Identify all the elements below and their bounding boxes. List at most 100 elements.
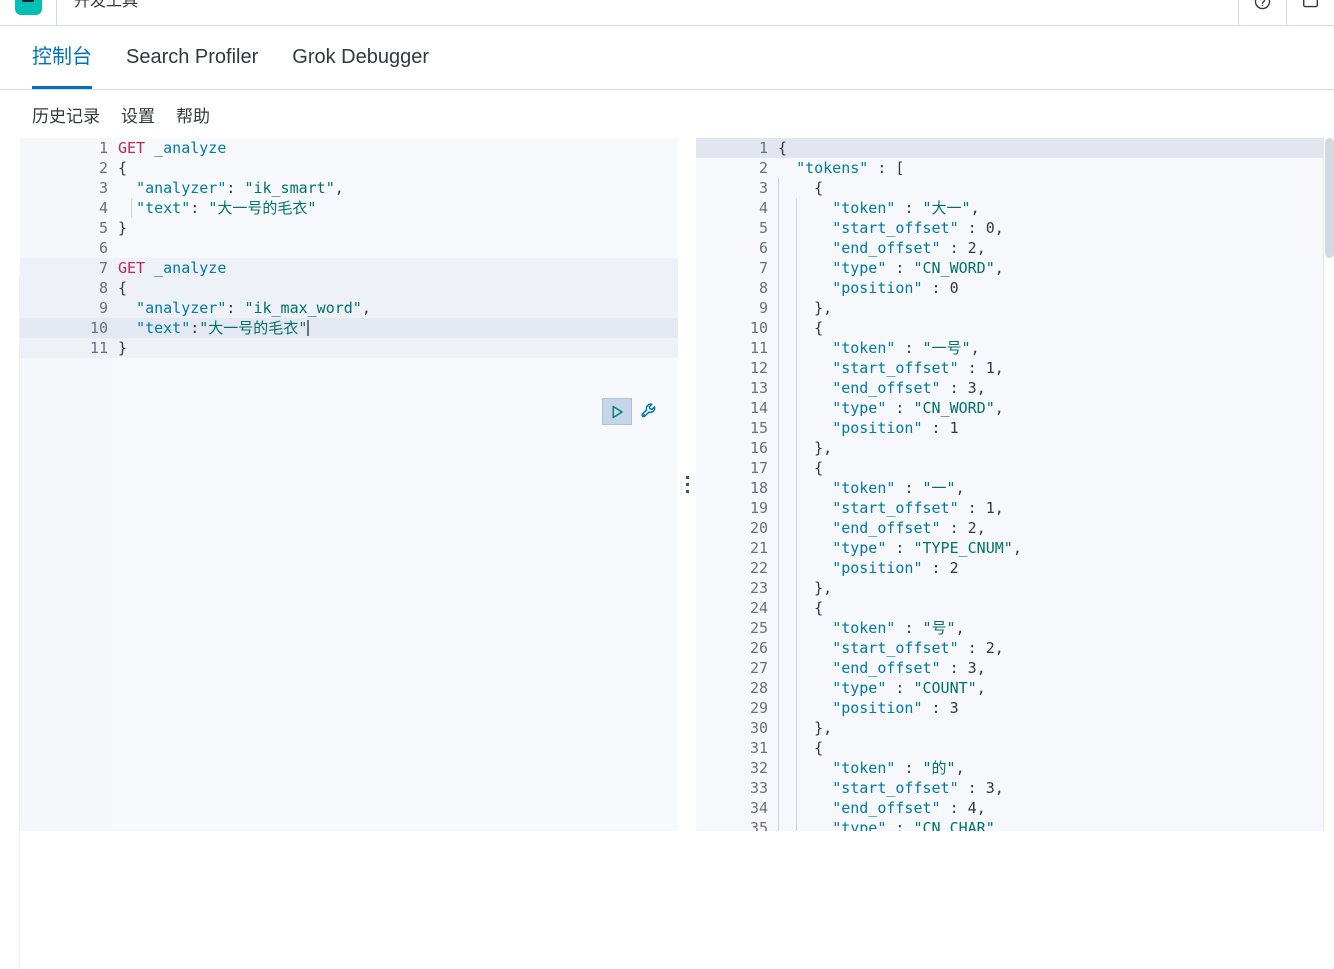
code-line: }, [814,719,833,737]
code-line[interactable]: } [112,338,678,358]
code-line: { [814,739,824,757]
code-line[interactable]: GET _analyze [112,138,678,158]
code-line: }, [814,579,833,597]
vertical-dots-drag-handle-icon [685,476,689,493]
code-line: "end_offset" : 4, [832,799,986,817]
code-line[interactable]: "analyzer": "ik_max_word", [112,298,678,318]
code-line: "token" : "号", [832,619,965,637]
request-actions [602,398,660,425]
devtools-tab-bar: 控制台 Search Profiler Grok Debugger [0,26,1334,90]
line-number: 7 [20,258,112,278]
indent-guide [796,198,797,831]
line-number: 12 [749,359,768,377]
request-editor-pane[interactable]: 12▾345▴678▾91011▴ GET _analyze{ "analyze… [20,138,678,831]
line-number: 8▾ [20,278,121,298]
code-line: "end_offset" : 3, [832,379,986,397]
tab-search-profiler[interactable]: Search Profiler [126,26,258,89]
wrench-icon[interactable] [638,401,660,423]
code-line: "end_offset" : 2, [832,519,986,537]
line-number: 6 [758,239,768,257]
top-header-bar: 开发工具 [0,0,1334,26]
code-line: "position" : 1 [832,419,959,437]
code-line: "tokens" : [ [796,159,905,177]
line-number: 34 [749,799,768,817]
line-number: 10▾ [696,318,781,338]
code-line[interactable]: GET _analyze [112,258,678,278]
line-number: 24▾ [696,598,781,618]
line-number: 16▴ [696,438,781,458]
indent-guide [131,198,132,218]
account-icon[interactable] [1286,0,1334,26]
line-number: 3▾ [696,178,781,198]
line-number: 3 [98,179,108,197]
tab-console[interactable]: 控制台 [32,26,92,89]
line-number: 1 [98,139,108,157]
code-line: }, [814,299,833,317]
brand-logo-cell[interactable] [0,0,57,26]
code-line: "type" : "COUNT", [832,679,986,697]
indent-guide [778,178,779,831]
line-number: 31▾ [696,738,781,758]
code-line: "start_offset" : 1, [832,499,1004,517]
code-line[interactable]: } [112,218,678,238]
line-number: 35 [749,819,768,831]
menu-settings[interactable]: 设置 [121,102,155,127]
code-line: "start_offset" : 2, [832,639,1004,657]
line-number: 29 [749,699,768,717]
menu-help[interactable]: 帮助 [176,102,210,127]
code-line: }, [814,439,833,457]
code-line: "token" : "大一", [832,199,980,217]
code-line[interactable]: "text":"大一号的毛衣" [112,318,678,338]
code-line: "type" : "CN_WORD", [832,399,1004,417]
line-number: 26 [749,639,768,657]
code-line[interactable]: "text": "大一号的毛衣" [112,198,678,218]
code-line: "type" : "CN_WORD", [832,259,1004,277]
code-line[interactable]: "analyzer": "ik_smart", [112,178,678,198]
code-line: { [814,459,824,477]
line-number: 5 [758,219,768,237]
code-line[interactable]: { [112,278,678,298]
code-line: "position" : 3 [832,699,959,717]
line-number: 9▴ [696,298,781,318]
help-icon[interactable] [1238,0,1286,26]
code-line: "type" : "TYPE_CNUM", [832,539,1022,557]
code-line: "end_offset" : 2, [832,239,986,257]
code-line: "token" : "一", [832,479,965,497]
editor-code-area[interactable]: GET _analyze{ "analyzer": "ik_smart", "t… [112,138,678,831]
line-number: 20 [749,519,768,537]
line-number: 19 [749,499,768,517]
line-number: 10 [20,318,112,338]
output-scrollbar-thumb[interactable] [1325,138,1334,258]
line-number: 2▾ [20,158,121,178]
line-number: 25 [749,619,768,637]
line-number: 23▴ [696,578,781,598]
code-line: "type" : "CN_CHAR" [832,819,995,831]
line-number: 21 [749,539,768,557]
text-cursor [307,320,310,336]
code-line[interactable] [112,238,678,258]
line-number: 8 [758,279,768,297]
console-submenu: 历史记录 设置 帮助 [0,90,1334,138]
line-number: 1▾ [696,138,781,158]
code-line: "start_offset" : 3, [832,779,1004,797]
code-line: { [814,599,824,617]
code-line[interactable]: { [112,158,678,178]
response-output-pane[interactable]: 1▾2▾3▾4 5 6 7 89▴10▾11 12 13 14 1516▴17▾18 19 20 21… [696,138,1334,831]
line-number: 15 [749,419,768,437]
menu-history[interactable]: 历史记录 [32,102,100,127]
output-scrollbar[interactable] [1323,138,1334,831]
code-line: "position" : 2 [832,559,959,577]
pane-resizer[interactable] [678,138,696,831]
line-number: 4 [758,199,768,217]
editor-line-numbers: 12▾3 45▴678▾91011▴ [20,138,121,831]
line-number: 33 [749,779,768,797]
play-triangle-icon[interactable] [602,398,632,425]
elastic-logo-icon [14,0,42,15]
console-workspace: 12▾345▴678▾91011▴ GET _analyze{ "analyze… [0,138,1334,969]
line-number: 28 [749,679,768,697]
line-number: 7 [758,259,768,277]
output-line-numbers: 1▾2▾3▾4 5 6 7 89▴10▾11 12 13 14 1516▴17▾18 19 20 21… [696,138,781,831]
line-number: 27 [749,659,768,677]
tab-grok-debugger[interactable]: Grok Debugger [292,26,429,89]
page-title: 开发工具 [74,0,139,10]
